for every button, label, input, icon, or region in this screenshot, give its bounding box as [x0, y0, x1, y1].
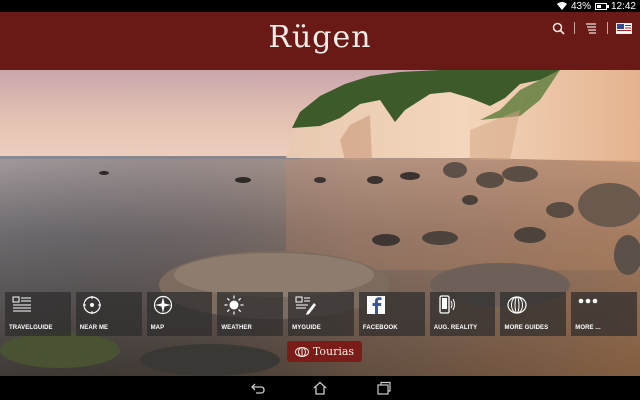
menu-label: MORE ...: [575, 325, 601, 331]
header-actions: [550, 21, 632, 35]
menu-weather[interactable]: WEATHER: [217, 292, 284, 336]
more-guides-icon: [507, 296, 528, 314]
weather-icon: [224, 295, 244, 315]
aug-reality-icon: [439, 295, 455, 314]
menu-label: NEAR ME: [79, 325, 109, 331]
menu-label: TRAVELGUIDE: [9, 325, 53, 331]
brand-name: Tourias: [312, 345, 355, 358]
map-icon: [153, 295, 172, 315]
main-menu: TRAVELGUIDE NEAR ME MAP WEATHER MYGUIDE …: [5, 292, 638, 336]
menu-more[interactable]: MORE ...: [571, 292, 638, 336]
status-indicators: 43% 12:42: [556, 0, 636, 12]
travelguide-icon: [12, 296, 31, 312]
menu-label: MAP: [150, 325, 165, 331]
menu-near-me[interactable]: NEAR ME: [75, 292, 142, 336]
home-icon[interactable]: [312, 381, 328, 395]
menu-facebook[interactable]: FACEBOOK: [358, 292, 425, 336]
system-nav-bar: [0, 376, 640, 400]
battery-percent: 43%: [570, 0, 591, 12]
menu-myguide[interactable]: MYGUIDE: [288, 292, 354, 336]
tourias-logo-icon: [294, 346, 309, 357]
menu-label: MORE GUIDES: [504, 325, 549, 331]
clock: 12:42: [610, 0, 636, 12]
menu-travelguide[interactable]: TRAVELGUIDE: [5, 292, 71, 336]
search-icon[interactable]: [550, 21, 566, 35]
app-title: Rügen: [268, 20, 372, 55]
menu-aug-reality[interactable]: AUG. REALITY: [429, 292, 496, 336]
header-divider: [574, 22, 575, 34]
menu-map[interactable]: MAP: [146, 292, 213, 336]
near-me-icon: [82, 296, 101, 314]
more-icon: [578, 298, 598, 304]
app-header: Rügen: [0, 12, 640, 70]
status-bar: 43% 12:42: [0, 0, 640, 12]
menu-label: WEATHER: [221, 325, 252, 331]
menu-more-guides[interactable]: MORE GUIDES: [500, 292, 567, 336]
filter-icon[interactable]: [583, 21, 599, 35]
flag-icon[interactable]: [616, 21, 632, 35]
myguide-icon: [295, 296, 317, 315]
battery-icon: [594, 2, 609, 10]
header-divider: [607, 22, 608, 34]
menu-label: FACEBOOK: [362, 325, 398, 331]
menu-label: AUG. REALITY: [433, 325, 478, 331]
wifi-icon: [556, 2, 567, 10]
back-icon[interactable]: [250, 381, 266, 395]
facebook-icon: [366, 296, 385, 314]
menu-label: MYGUIDE: [292, 325, 321, 331]
recent-apps-icon[interactable]: [376, 381, 392, 395]
tourias-logo[interactable]: Tourias: [287, 341, 362, 362]
